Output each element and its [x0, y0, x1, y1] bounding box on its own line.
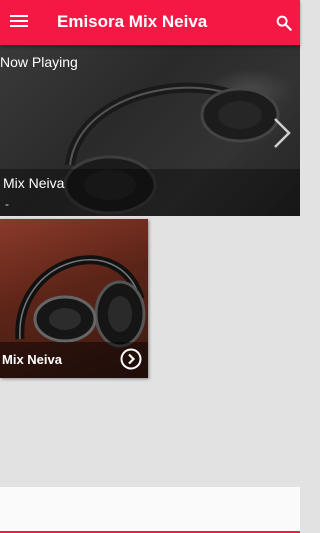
station-name: Mix Neiva — [2, 352, 62, 367]
chevron-circle-right-icon[interactable] — [120, 348, 142, 370]
chevron-right-icon[interactable] — [270, 115, 294, 151]
station-card-caption: Mix Neiva — [0, 342, 148, 378]
app-bar: Emisora Mix Neiva — [0, 0, 300, 45]
now-playing-station: Mix Neiva — [3, 175, 65, 191]
now-playing-caption: Mix Neiva - — [0, 169, 300, 216]
now-playing-label: Now Playing — [0, 54, 78, 70]
now-playing-banner[interactable]: Now Playing Mix Neiva - — [0, 45, 300, 216]
bottom-bar — [0, 487, 300, 533]
app-title: Emisora Mix Neiva — [57, 12, 208, 31]
station-card[interactable]: Mix Neiva — [0, 219, 148, 378]
search-icon[interactable] — [275, 14, 293, 32]
menu-icon[interactable] — [10, 14, 28, 28]
now-playing-subtitle: - — [5, 197, 9, 211]
